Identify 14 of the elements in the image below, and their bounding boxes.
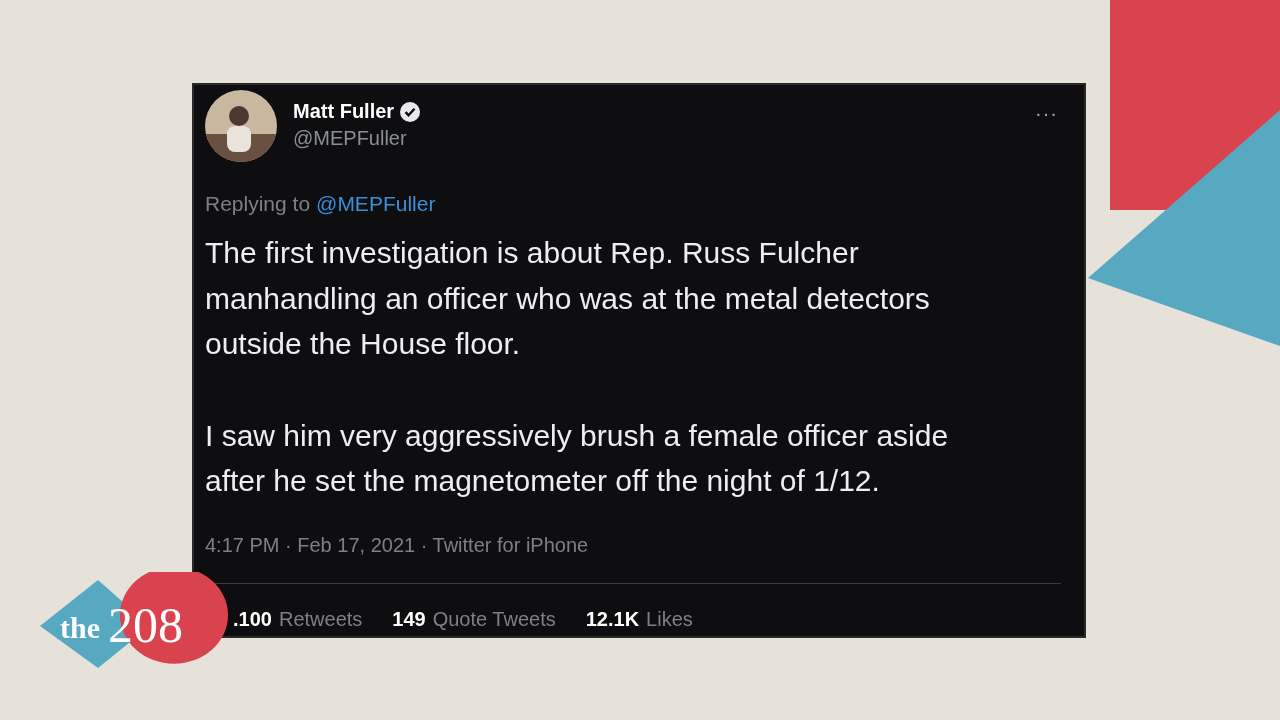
replying-label: Replying to bbox=[205, 192, 311, 216]
tweet-text: The first investigation is about Rep. Russ Fulcher manhandling an officer who was at the metal detectors outside the House floor. bbox=[205, 235, 931, 362]
stat-label[interactable]: Quote Tweets bbox=[432, 607, 556, 631]
stat-count: .100 bbox=[233, 607, 272, 631]
stat-label[interactable]: Likes bbox=[646, 607, 693, 631]
stat-count: 12.1K bbox=[585, 607, 640, 631]
stat-count: 149 bbox=[392, 607, 426, 631]
stat-label[interactable]: Retweets bbox=[278, 607, 363, 631]
tweet-text: I saw him very aggressively brush a female officer aside after he set the magnetometer off the night of 1/12. bbox=[205, 417, 950, 499]
tweet-timestamp: 4:17 PM · Feb 17, 2021 · Twitter for iPhone bbox=[205, 533, 590, 557]
mention-link[interactable]: @MEPFuller bbox=[316, 192, 436, 216]
author-name[interactable]: Matt Fuller bbox=[293, 100, 395, 123]
more-button[interactable]: ··· bbox=[1035, 102, 1058, 125]
author-handle[interactable]: @MEPFuller bbox=[293, 127, 422, 150]
